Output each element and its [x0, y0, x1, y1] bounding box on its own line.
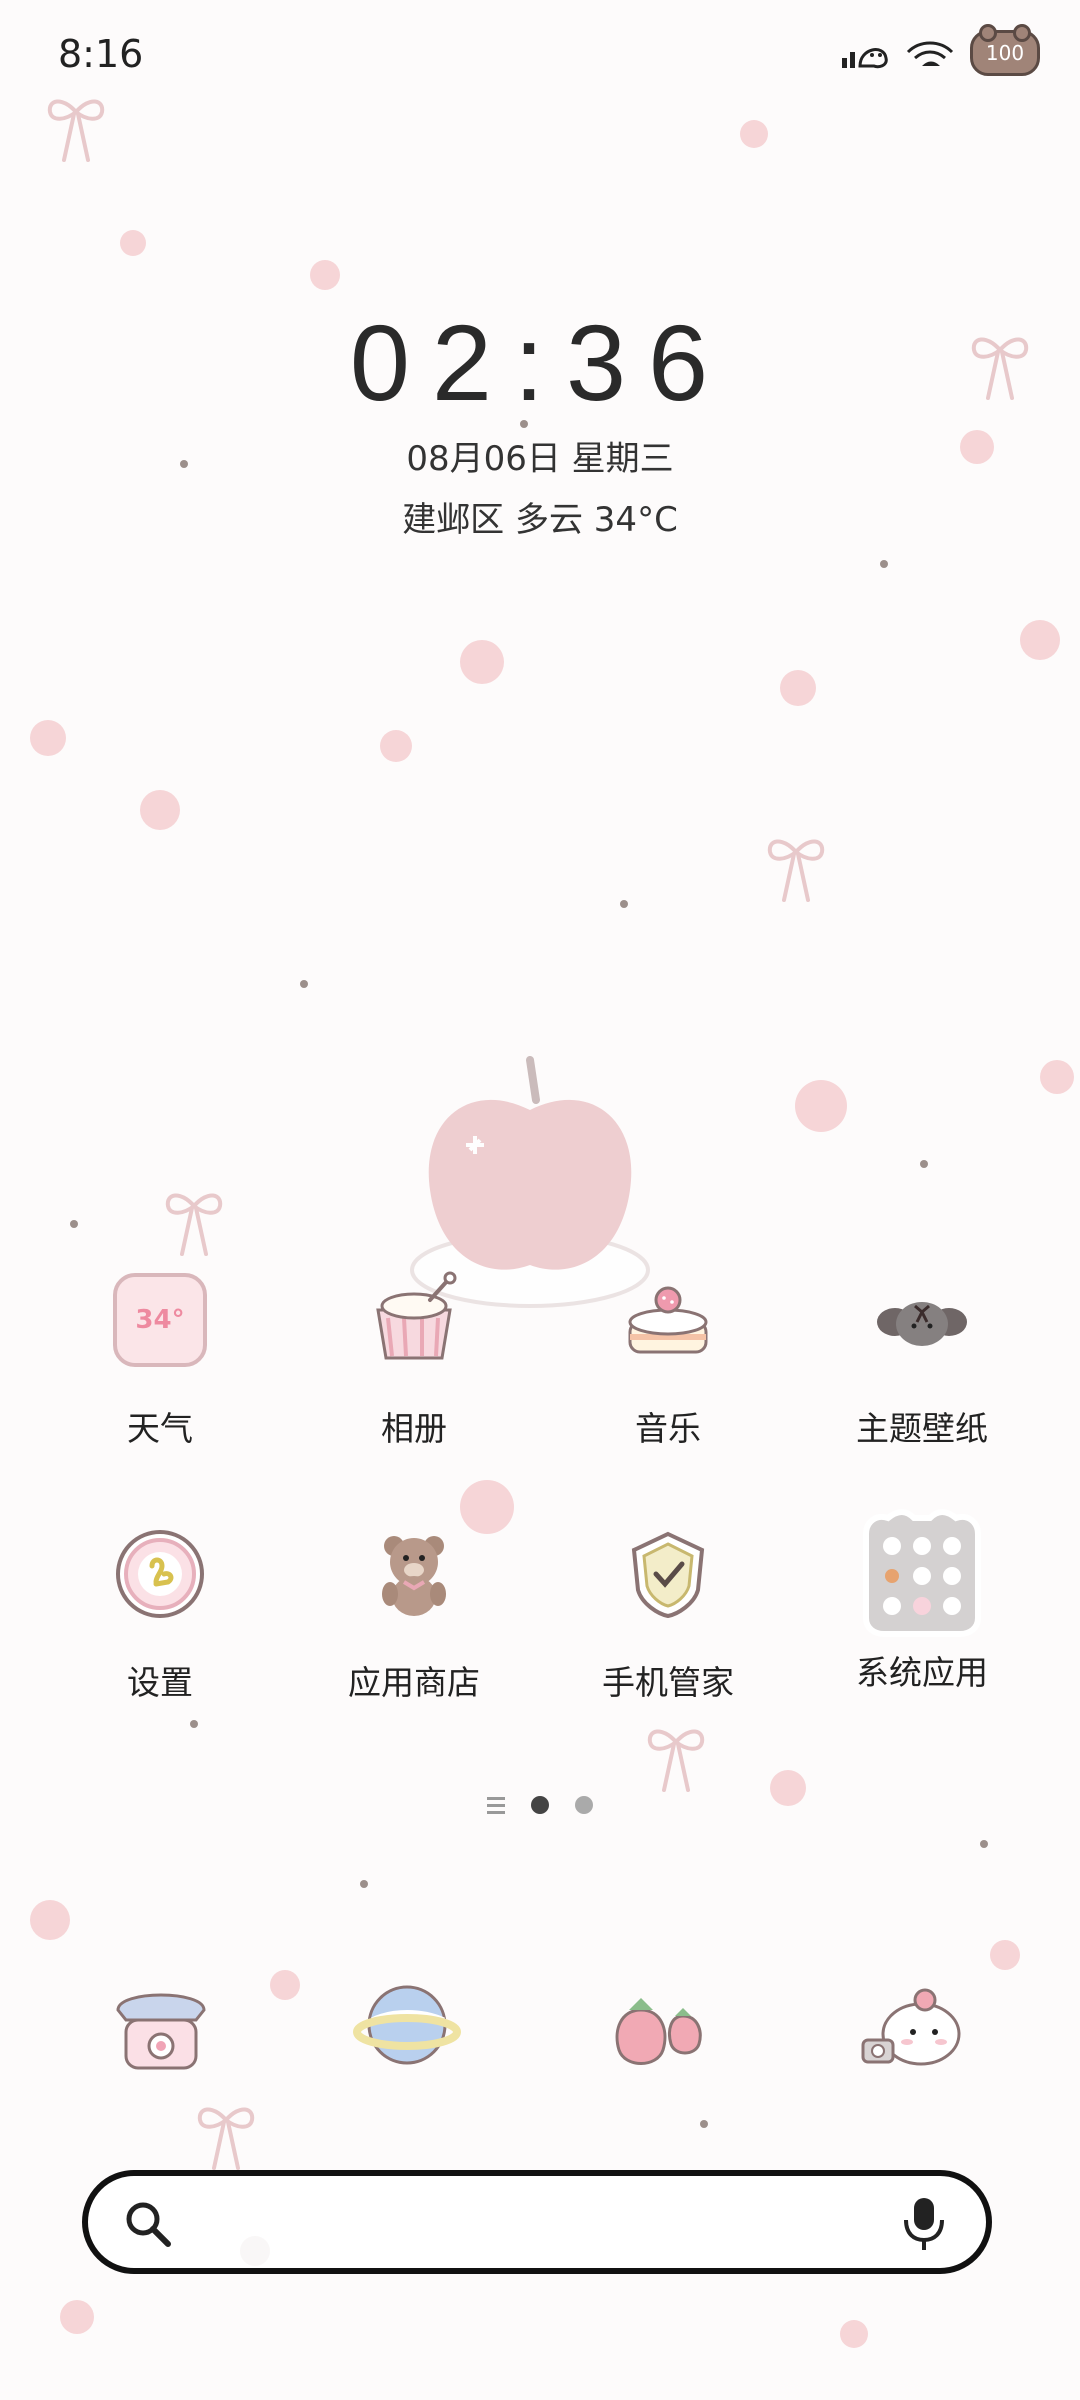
app-store-icon	[354, 1514, 474, 1634]
app-phone-manager[interactable]: 手机管家	[558, 1514, 778, 1704]
app-label-themes: 主题壁纸	[856, 1409, 988, 1448]
app-label-weather: 天气	[127, 1409, 193, 1448]
app-label-music: 音乐	[635, 1409, 701, 1448]
bow-decoration	[165, 1193, 223, 1256]
dock-messages[interactable]	[596, 1960, 726, 2090]
status-time: 8:16	[58, 32, 144, 76]
music-icon	[608, 1260, 728, 1380]
gallery-icon	[354, 1260, 474, 1380]
themes-icon	[862, 1260, 982, 1380]
settings-icon	[100, 1514, 220, 1634]
status-bar: 8:16 100	[0, 0, 1080, 110]
search-bar[interactable]	[82, 2170, 992, 2274]
system-apps-folder-icon	[852, 1504, 992, 1644]
app-gallery[interactable]: 相册	[304, 1260, 524, 1450]
dock-browser[interactable]	[342, 1960, 472, 2090]
app-label-app-store: 应用商店	[348, 1663, 480, 1702]
app-store[interactable]: 应用商店	[304, 1514, 524, 1704]
app-music[interactable]: 音乐	[558, 1260, 778, 1450]
status-icons: 100	[840, 24, 1040, 76]
phone-icon	[116, 1993, 206, 2070]
bow-decoration	[767, 839, 825, 902]
app-themes[interactable]: 主题壁纸	[812, 1260, 1032, 1450]
app-weather[interactable]: 34° 天气	[50, 1260, 270, 1450]
clock-widget[interactable]: 02:36 08月06日 星期三 建邺区 多云 34°C	[0, 300, 1080, 541]
clock-date: 08月06日 星期三	[406, 439, 674, 479]
wifi-icon	[906, 41, 954, 66]
phone-manager-icon	[608, 1514, 728, 1634]
bow-decoration	[647, 1729, 705, 1792]
app-system-folder[interactable]: 系统应用	[812, 1509, 1032, 1694]
app-label-settings: 设置	[127, 1663, 193, 1702]
search-icon[interactable]	[122, 2198, 174, 2250]
page-dot-active[interactable]	[531, 1796, 549, 1814]
messages-icon	[615, 1998, 702, 2065]
page-dot[interactable]	[575, 1796, 593, 1814]
weather-icon: 34°	[100, 1260, 220, 1380]
browser-icon	[353, 1985, 461, 2065]
app-label-phone-manager: 手机管家	[602, 1663, 734, 1702]
bow-decoration	[197, 2107, 255, 2170]
menu-lines-icon[interactable]	[487, 1796, 505, 1814]
microphone-icon[interactable]	[902, 2194, 946, 2252]
app-label-gallery: 相册	[381, 1409, 447, 1448]
battery-icon: 100	[970, 24, 1040, 76]
camera-icon	[861, 1988, 961, 2066]
signal-icon	[842, 48, 888, 69]
weather-icon-temp: 34°	[113, 1273, 207, 1367]
app-settings[interactable]: 设置	[50, 1514, 270, 1704]
clock-time: 02:36	[349, 302, 731, 423]
dock-phone[interactable]	[96, 1960, 226, 2090]
page-indicator[interactable]	[0, 1796, 1080, 1814]
app-label-system-folder: 系统应用	[856, 1653, 988, 1692]
clock-weather: 建邺区 多云 34°C	[402, 500, 678, 540]
dock-camera[interactable]	[850, 1960, 980, 2090]
